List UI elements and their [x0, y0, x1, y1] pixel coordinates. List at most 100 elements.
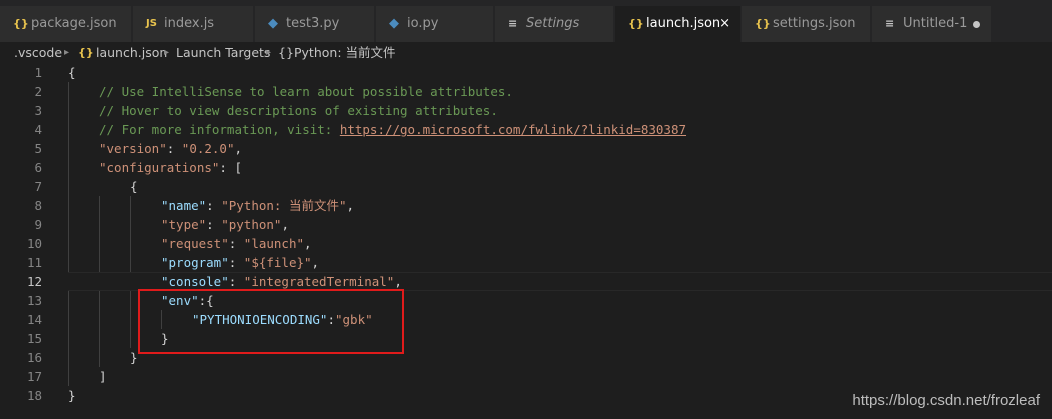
- code-line: 5 "version": "0.2.0",: [0, 139, 1052, 158]
- tab-label: launch.json: [646, 16, 721, 31]
- comma: ,: [311, 255, 320, 270]
- object-icon: {}: [278, 45, 294, 60]
- editor-tab-bar: {} package.json JS index.js ◆ test3.py ◆…: [0, 0, 1052, 42]
- line-number: 8: [34, 198, 42, 213]
- open-bracket: [: [234, 160, 243, 175]
- code-line: 1 {: [0, 63, 1052, 82]
- json-value: "Python: 当前文件": [221, 198, 347, 213]
- tab-label: index.js: [164, 16, 215, 31]
- unsaved-dot-icon[interactable]: [973, 21, 980, 28]
- highlight-box: [138, 289, 404, 354]
- colon: :: [228, 274, 244, 289]
- tab-label: Untitled-1: [903, 16, 968, 31]
- tab-io-py[interactable]: ◆ io.py: [376, 6, 494, 42]
- colon: :: [206, 198, 222, 213]
- comma: ,: [304, 236, 312, 251]
- line-number: 5: [34, 141, 42, 156]
- tab-label: package.json: [31, 16, 117, 31]
- json-value: "python": [221, 217, 282, 232]
- breadcrumb-section[interactable]: Launch Targets: [176, 42, 270, 63]
- code-line: 17 ]: [0, 367, 1052, 386]
- json-key: "configurations": [99, 160, 220, 175]
- colon: :: [228, 236, 244, 251]
- line-number: 1: [34, 65, 42, 80]
- json-value: "integratedTerminal": [243, 274, 395, 289]
- json-key: "name": [161, 198, 207, 213]
- json-value: "${file}": [243, 255, 312, 270]
- json-key: "version": [99, 141, 167, 156]
- json-key: "console": [161, 274, 229, 289]
- line-number: 6: [34, 160, 42, 175]
- code-line: 11 "program": "${file}",: [0, 253, 1052, 272]
- watermark: https://blog.csdn.net/frozleaf: [852, 392, 1040, 409]
- tab-settings-json[interactable]: {} settings.json: [742, 6, 871, 42]
- comma: ,: [394, 274, 402, 289]
- code-line: 2 // Use IntelliSense to learn about pos…: [0, 82, 1052, 101]
- json-key: "type": [161, 217, 207, 232]
- colon: :: [166, 141, 182, 156]
- line-number: 18: [26, 388, 42, 403]
- comma: ,: [346, 198, 355, 213]
- json-value: "0.2.0": [181, 141, 235, 156]
- close-brace: }: [130, 350, 138, 365]
- line-number: 13: [26, 293, 42, 308]
- close-bracket: ]: [99, 369, 107, 384]
- line-number: 11: [26, 255, 42, 270]
- breadcrumb-item[interactable]: Python: 当前文件: [294, 42, 396, 63]
- line-number: 9: [34, 217, 42, 232]
- tab-index-js[interactable]: JS index.js: [133, 6, 254, 42]
- colon: :: [228, 255, 244, 270]
- tab-label: settings.json: [773, 16, 856, 31]
- python-file-icon: ◆: [268, 16, 278, 31]
- breadcrumb-file[interactable]: launch.json: [96, 42, 167, 63]
- breadcrumb-folder[interactable]: .vscode: [14, 42, 62, 63]
- js-file-icon: JS: [146, 18, 157, 29]
- code-line: 10 "request": "launch",: [0, 234, 1052, 253]
- settings-editor-icon: ≡: [508, 17, 518, 30]
- text-file-icon: ≡: [885, 17, 895, 30]
- code-line: 3 // Hover to view descriptions of exist…: [0, 101, 1052, 120]
- tab-label: io.py: [407, 16, 439, 31]
- tab-package-json[interactable]: {} package.json: [0, 6, 132, 42]
- code-editor[interactable]: 1 { 2 // Use IntelliSense to learn about…: [0, 63, 1052, 419]
- breadcrumb: .vscode ▸ {} launch.json ▸ Launch Target…: [0, 42, 1052, 63]
- line-number: 4: [34, 122, 42, 137]
- tab-test3-py[interactable]: ◆ test3.py: [255, 6, 375, 42]
- tab-untitled-1[interactable]: ≡ Untitled-1: [872, 6, 992, 42]
- line-number: 10: [26, 236, 42, 251]
- code-line: 7 {: [0, 177, 1052, 196]
- colon: :: [206, 217, 222, 232]
- line-number: 14: [26, 312, 42, 327]
- code-line: 8 "name": "Python: 当前文件",: [0, 196, 1052, 215]
- colon: :: [219, 160, 235, 175]
- json-key: "request": [161, 236, 229, 251]
- tab-settings[interactable]: ≡ Settings: [495, 6, 614, 42]
- tab-label: Settings: [526, 16, 580, 31]
- comment: // Hover to view descriptions of existin…: [99, 103, 498, 118]
- line-number: 7: [34, 179, 42, 194]
- chevron-right-icon: ▸: [164, 47, 170, 58]
- comment: // Use IntelliSense to learn about possi…: [99, 84, 513, 99]
- json-value: "launch": [243, 236, 305, 251]
- json-key: "program": [161, 255, 229, 270]
- close-icon[interactable]: ×: [719, 6, 730, 42]
- json-file-icon: {}: [13, 17, 29, 30]
- line-number: 16: [26, 350, 42, 365]
- close-brace: }: [68, 388, 76, 403]
- line-number: 17: [26, 369, 42, 384]
- chevron-right-icon: ▸: [64, 47, 70, 58]
- chevron-right-icon: ▸: [266, 47, 272, 58]
- fwlink-link[interactable]: https://go.microsoft.com/fwlink/?linkid=…: [340, 122, 686, 137]
- tab-launch-json[interactable]: {} launch.json ×: [615, 6, 741, 42]
- code-line: 6 "configurations": [: [0, 158, 1052, 177]
- line-number: 15: [26, 331, 42, 346]
- code-line: 9 "type": "python",: [0, 215, 1052, 234]
- python-file-icon: ◆: [389, 16, 399, 31]
- open-brace: {: [68, 65, 76, 80]
- tab-label: test3.py: [286, 16, 340, 31]
- open-brace: {: [130, 179, 138, 194]
- comment: // For more information, visit:: [99, 122, 340, 137]
- comma: ,: [234, 141, 243, 156]
- line-number: 12: [26, 274, 42, 289]
- code-line: 4 // For more information, visit: https:…: [0, 120, 1052, 139]
